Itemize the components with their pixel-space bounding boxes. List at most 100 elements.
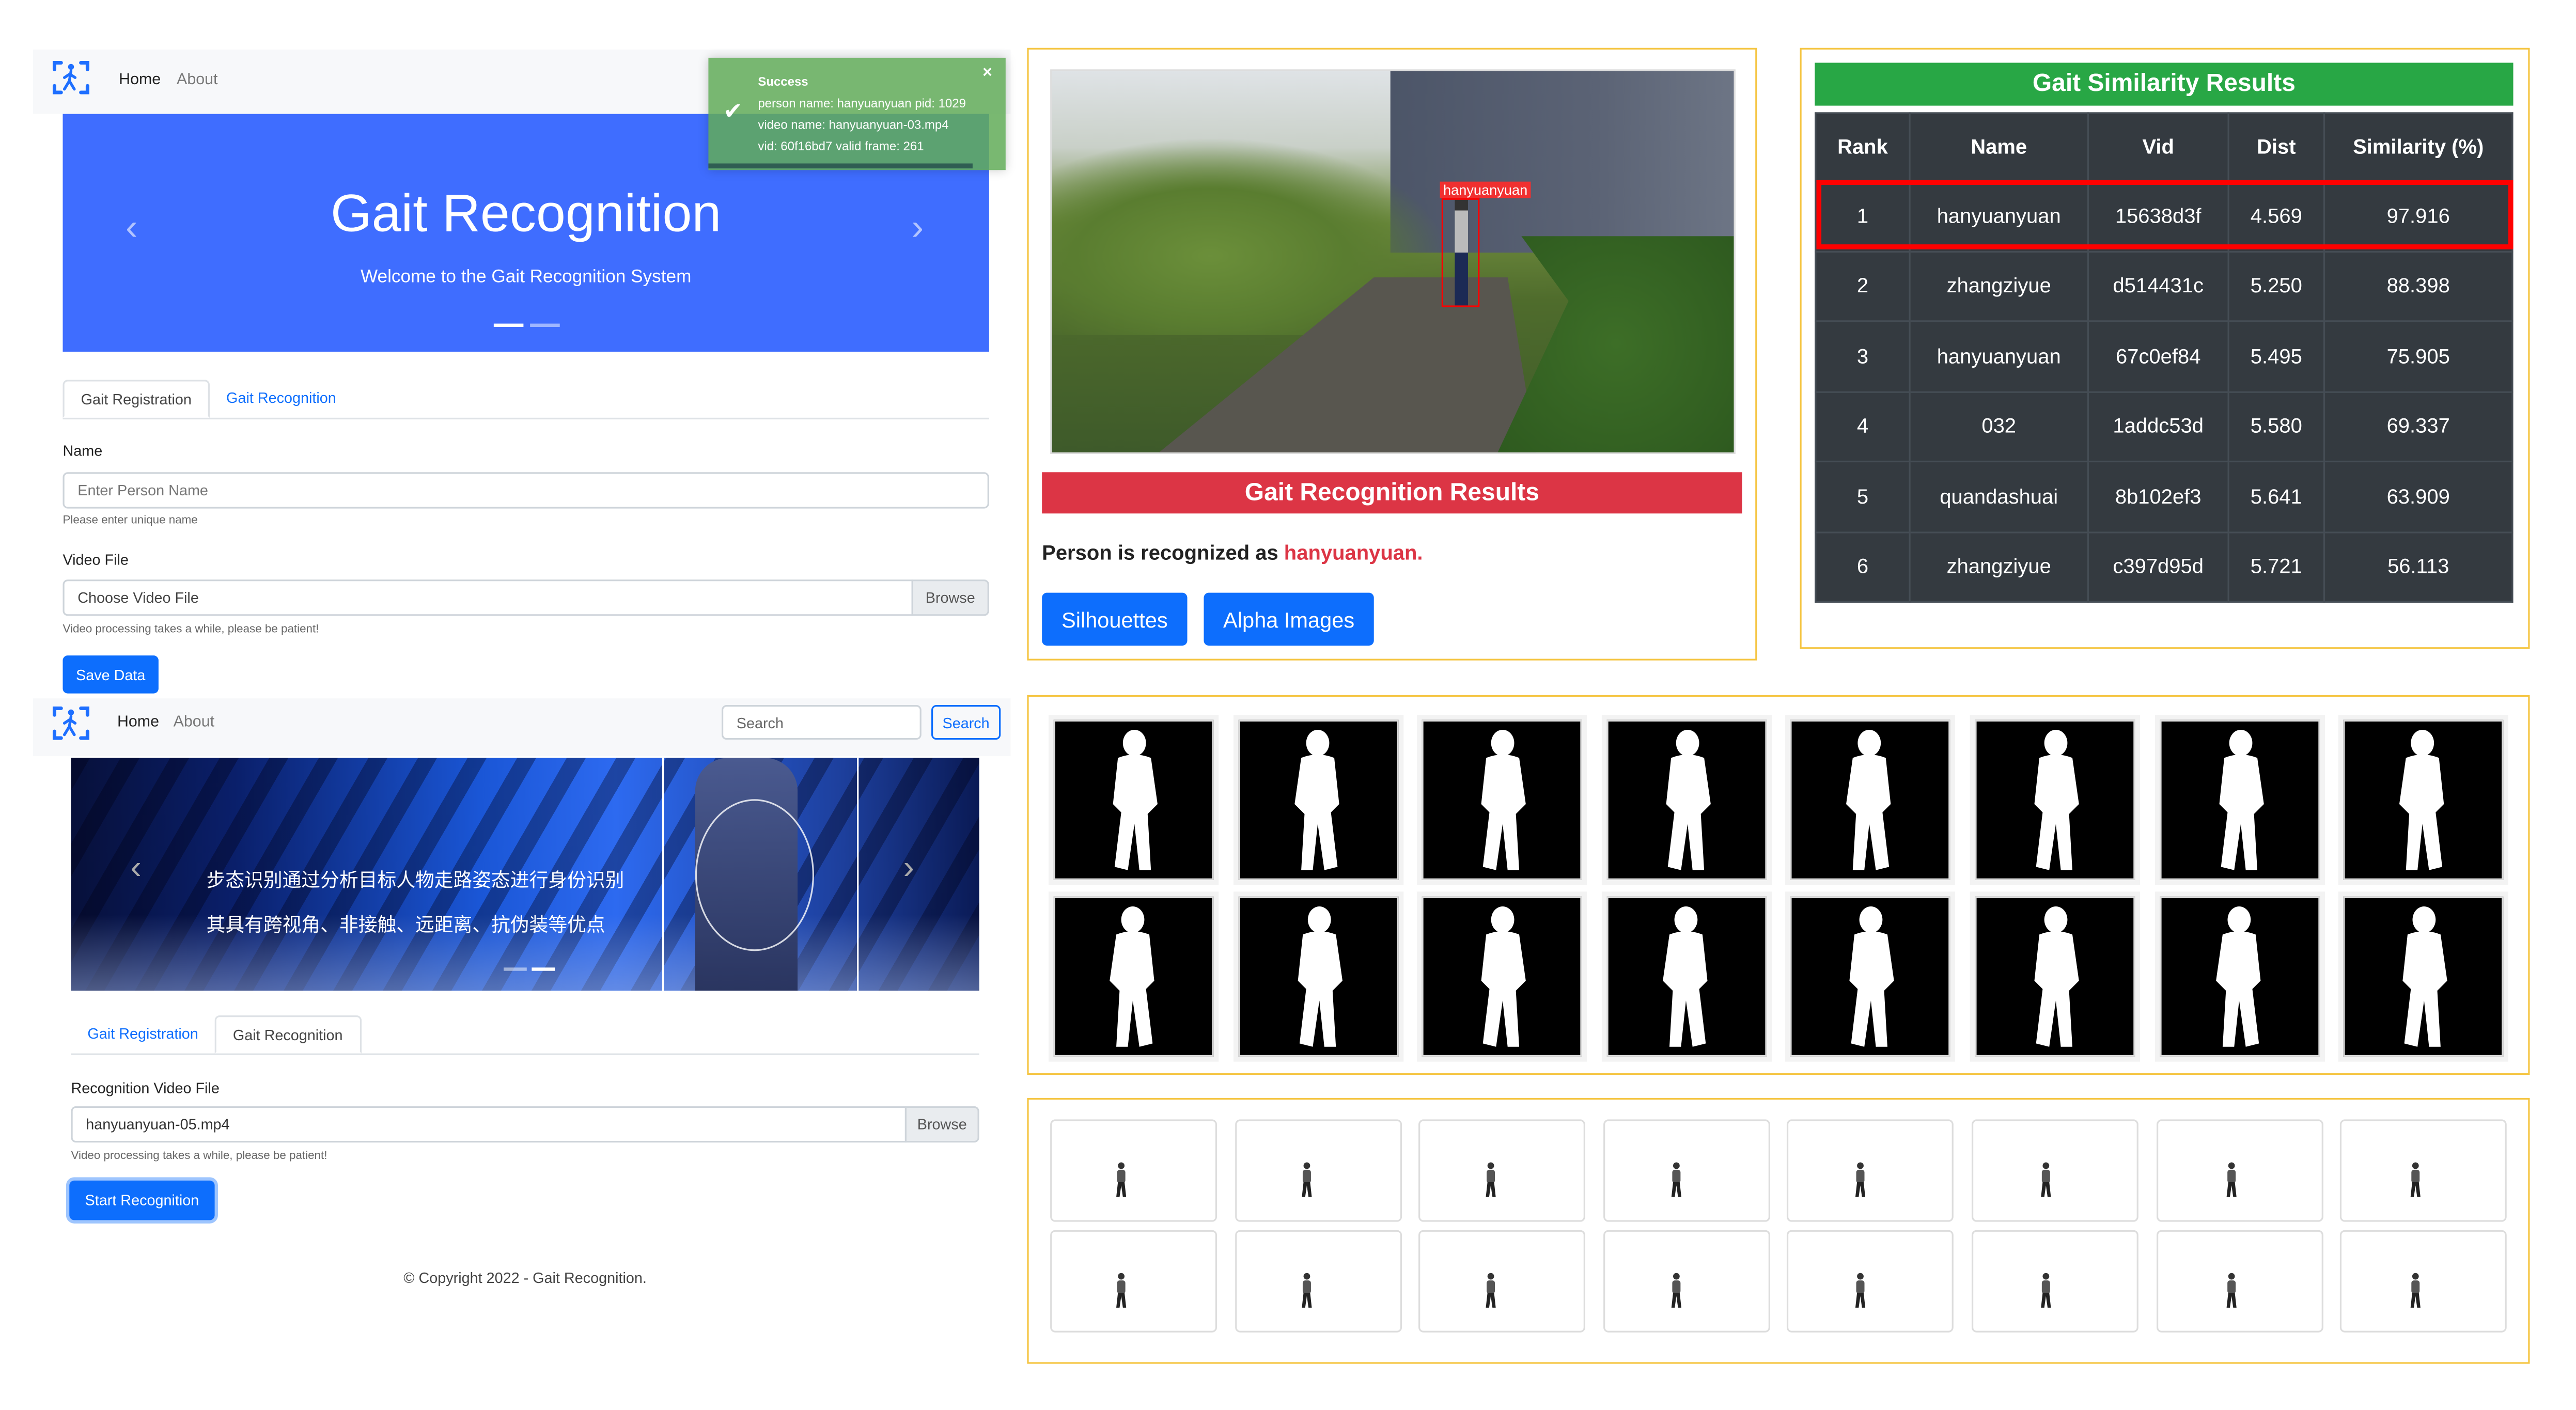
table-cell: d514431c [2087,250,2229,322]
recognition-video-input[interactable]: hanyuanyuan-05.mp4 [71,1106,907,1143]
gait-carousel: 步态识别通过分析目标人物走路姿态进行身份识别 其具有跨视角、非接触、远距离、抗伪… [71,758,979,991]
carousel-indicator[interactable] [530,323,560,327]
column-header: Dist [2227,112,2325,182]
table-cell: 5.250 [2227,250,2325,322]
silhouette-image [2343,896,2504,1057]
carousel-prev-icon[interactable]: ‹ [131,850,142,888]
alpha-image [1787,1230,1955,1333]
search-input[interactable]: Search [722,705,922,740]
table-cell: 2 [1815,250,1911,322]
column-header: Name [1909,112,2089,182]
search-button[interactable]: Search [931,705,1001,740]
alpha-images-button[interactable]: Alpha Images [1204,592,1374,646]
table-cell: 88.398 [2323,250,2513,322]
silhouette-image [1422,896,1583,1057]
alpha-image [1603,1119,1770,1222]
nav-home[interactable]: Home [117,713,159,731]
column-header: Similarity (%) [2323,112,2513,182]
alpha-image [1971,1119,2138,1222]
alpha-image [1418,1230,1586,1333]
alpha-image [1050,1230,1217,1333]
tab-gait-registration[interactable]: Gait Registration [63,380,210,418]
table-cell: 63.909 [2323,460,2513,532]
alpha-image [2156,1119,2323,1222]
toast-close-button[interactable]: × [982,65,992,83]
table-row: 3 hanyuanyuan 67c0ef84 5.495 75.905 [1815,320,2513,393]
silhouette-image [1238,896,1398,1057]
nav-home[interactable]: Home [119,71,161,89]
table-cell: 1addc53d [2087,390,2229,463]
tab-gait-recognition[interactable]: Gait Recognition [210,380,353,418]
silhouette-image [1238,719,1398,880]
table-cell: hanyuanyuan [1909,320,2089,393]
carousel-prev-icon[interactable]: ‹ [126,207,137,249]
table-header-row: Rank Name Vid Dist Similarity (%) [1815,112,2513,182]
silhouette-image [2343,719,2504,880]
recognized-name: hanyuanyuan. [1284,541,1423,565]
toast-line: person name: hanyuanyuan pid: 1029 [758,96,966,111]
table-row: 6 zhangziyue c397d95d 5.721 56.113 [1815,530,2513,603]
table-cell: c397d95d [2087,530,2229,603]
carousel-text-line1: 步态识别通过分析目标人物走路姿态进行身份识别 [206,868,625,892]
video-help-text: Video processing takes a while, please b… [63,624,319,636]
table-cell: zhangziyue [1909,250,2089,322]
carousel-indicator-active[interactable] [532,967,555,971]
silhouette-image [1606,719,1767,880]
nav-about[interactable]: About [177,71,217,89]
person-bounding-box [1441,198,1480,307]
name-help-text: Please enter unique name [63,515,198,527]
silhouette-image [2159,896,2320,1057]
alpha-image [1971,1230,2138,1333]
check-icon: ✔ [723,97,743,124]
table-cell: 5.580 [2227,390,2325,463]
top-match-highlight [1816,180,2513,249]
video-file-label: Video File [63,551,129,568]
scan-line [662,758,664,991]
alpha-image [2156,1230,2323,1333]
carousel-title: Gait Recognition [331,183,722,243]
gait-logo-icon[interactable] [51,58,91,98]
ground-plants [1497,236,1734,452]
silhouette-image [1606,896,1767,1057]
recognized-prefix: Person is recognized as [1042,541,1284,565]
carousel-indicator-active[interactable] [493,323,524,327]
tab-gait-recognition[interactable]: Gait Recognition [214,1015,361,1054]
start-recognition-button[interactable]: Start Recognition [69,1180,215,1220]
nav-about[interactable]: About [174,713,214,731]
scan-circle [695,799,815,951]
tab-gait-registration[interactable]: Gait Registration [71,1015,214,1054]
video-file-input[interactable]: Choose Video File [63,579,913,616]
tab-bar: Gait Registration Gait Recognition [71,1015,979,1055]
table-cell: 6 [1815,530,1911,603]
table-cell: 69.337 [2323,390,2513,463]
silhouettes-button[interactable]: Silhouettes [1042,592,1188,646]
carousel-indicator[interactable] [504,967,527,971]
carousel-next-icon[interactable]: › [903,850,914,888]
silhouette-image [1790,896,1951,1057]
gait-logo-icon[interactable] [51,703,91,743]
alpha-image [1418,1119,1586,1222]
table-cell: 5.641 [2227,460,2325,532]
table-cell: 5 [1815,460,1911,532]
alpha-image [1787,1119,1955,1222]
save-data-button[interactable]: Save Data [63,655,159,694]
carousel-next-icon[interactable]: › [912,207,924,249]
browse-button[interactable]: Browse [911,579,989,616]
table-cell: 8b102ef3 [2087,460,2229,532]
table-cell: 56.113 [2323,530,2513,603]
silhouette-image [1053,896,1214,1057]
alpha-image [1603,1230,1770,1333]
alpha-image [1050,1119,1217,1222]
toast-title: Success [758,74,808,89]
browse-button[interactable]: Browse [904,1106,979,1143]
person-name-input[interactable]: Enter Person Name [63,472,989,509]
table-cell: 032 [1909,390,2089,463]
table-cell: quandashuai [1909,460,2089,532]
toast-line: vid: 60f16bd7 valid frame: 261 [758,138,924,154]
table-cell: 5.495 [2227,320,2325,393]
name-label: Name [63,442,103,459]
alpha-image [1234,1230,1401,1333]
detection-frame-image: hanyuanyuan [1050,69,1736,455]
silhouette-image [1422,719,1583,880]
similarity-title: Gait Similarity Results [1815,62,2513,106]
